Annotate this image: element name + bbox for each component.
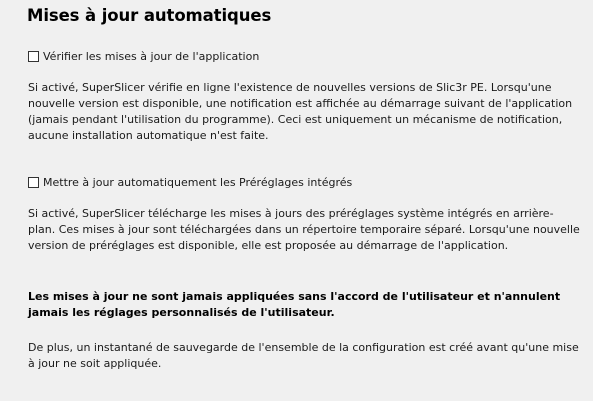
auto-updates-page: Mises à jour automatiques Vérifier les m… (0, 0, 593, 401)
check-app-updates-label: Vérifier les mises à jour de l'applicati… (43, 49, 260, 63)
app-updates-description: Si activé, SuperSlicer vérifie en ligne … (28, 81, 573, 142)
section-title: Mises à jour automatiques (27, 6, 272, 25)
check-app-updates-option[interactable]: Vérifier les mises à jour de l'applicati… (28, 49, 259, 63)
updates-consent-warning: Les mises à jour ne sont jamais appliqué… (28, 290, 561, 319)
auto-update-presets-checkbox[interactable] (28, 176, 39, 188)
auto-update-presets-label: Mettre à jour automatiquement les Prérég… (43, 175, 353, 189)
auto-update-presets-option[interactable]: Mettre à jour automatiquement les Prérég… (28, 175, 352, 189)
check-app-updates-checkbox[interactable] (28, 50, 39, 62)
snapshot-note: De plus, un instantané de sauvegarde de … (28, 341, 579, 370)
preset-updates-description: Si activé, SuperSlicer télécharge les mi… (28, 207, 580, 252)
